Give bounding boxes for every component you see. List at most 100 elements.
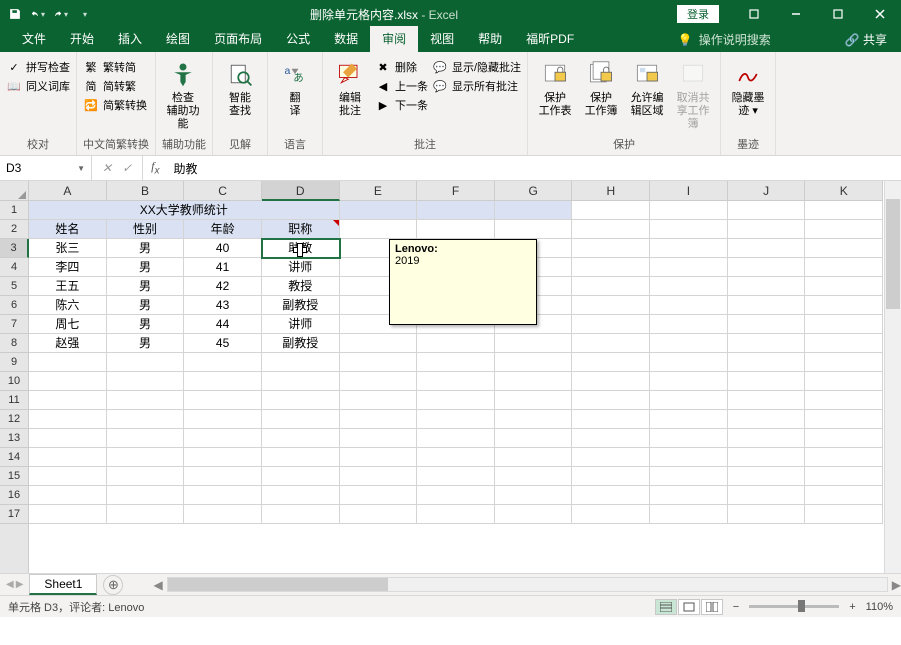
cell[interactable] (340, 486, 418, 505)
cell[interactable] (107, 391, 185, 410)
cell[interactable] (650, 410, 728, 429)
cell[interactable] (340, 220, 418, 239)
cell[interactable]: 男 (107, 239, 185, 258)
cell[interactable]: 44 (184, 315, 262, 334)
cell[interactable] (728, 296, 806, 315)
cell[interactable] (728, 505, 806, 524)
cell[interactable] (29, 505, 107, 524)
cell[interactable] (417, 429, 495, 448)
cell[interactable]: 赵强 (29, 334, 107, 353)
formula-input[interactable] (167, 161, 901, 175)
cell[interactable]: 男 (107, 277, 185, 296)
col-header-K[interactable]: K (805, 181, 883, 200)
normal-view-button[interactable] (655, 599, 677, 615)
zoom-slider[interactable] (749, 605, 839, 608)
cell[interactable] (29, 410, 107, 429)
cell[interactable] (107, 448, 185, 467)
cell[interactable]: 李四 (29, 258, 107, 277)
column-headers[interactable]: ABCDEFGHIJK (29, 181, 883, 201)
row-header-17[interactable]: 17 (0, 505, 28, 524)
col-header-I[interactable]: I (650, 181, 728, 200)
cell[interactable] (805, 220, 883, 239)
row-header-4[interactable]: 4 (0, 258, 28, 277)
row-header-13[interactable]: 13 (0, 429, 28, 448)
cell[interactable] (572, 429, 650, 448)
cell[interactable] (805, 315, 883, 334)
cell[interactable]: 42 (184, 277, 262, 296)
cell[interactable] (417, 505, 495, 524)
cell[interactable] (572, 334, 650, 353)
col-header-D[interactable]: D (262, 181, 340, 201)
cell[interactable] (805, 410, 883, 429)
cell[interactable] (29, 429, 107, 448)
page-layout-view-button[interactable] (678, 599, 700, 615)
ribbon-options-icon[interactable] (733, 0, 775, 28)
cell[interactable]: 副教授 (262, 334, 340, 353)
maximize-icon[interactable] (817, 0, 859, 28)
cell[interactable] (340, 467, 418, 486)
cell[interactable] (495, 201, 573, 220)
cell[interactable]: XX大学教师统计 (29, 201, 340, 220)
cell[interactable] (262, 372, 340, 391)
cell[interactable] (805, 467, 883, 486)
cell[interactable]: 年龄 (184, 220, 262, 239)
cell[interactable] (495, 505, 573, 524)
cell[interactable] (728, 391, 806, 410)
cell[interactable] (728, 486, 806, 505)
cell[interactable] (262, 505, 340, 524)
cell[interactable] (107, 372, 185, 391)
vscroll-thumb[interactable] (886, 199, 900, 309)
simp-to-trad-button[interactable]: 繁繁转简 (83, 59, 147, 75)
delete-comment-button[interactable]: ✖删除 (375, 59, 428, 75)
cell[interactable] (107, 467, 185, 486)
cell[interactable] (805, 239, 883, 258)
row-header-7[interactable]: 7 (0, 315, 28, 334)
cell[interactable] (262, 467, 340, 486)
cell[interactable] (29, 391, 107, 410)
cell[interactable] (29, 448, 107, 467)
cell[interactable] (572, 315, 650, 334)
tab-draw[interactable]: 绘图 (154, 26, 202, 52)
chinese-conv-button[interactable]: 🔁简繁转换 (83, 97, 147, 113)
cell[interactable]: 男 (107, 315, 185, 334)
cell[interactable] (728, 410, 806, 429)
cell[interactable] (650, 201, 728, 220)
namebox-dropdown-icon[interactable]: ▼ (77, 164, 85, 173)
cell[interactable] (184, 486, 262, 505)
cell[interactable]: 讲师 (262, 258, 340, 277)
cell[interactable] (572, 372, 650, 391)
cell[interactable] (728, 201, 806, 220)
cell[interactable] (650, 429, 728, 448)
cell[interactable] (417, 201, 495, 220)
translate-button[interactable]: aあ 翻译 (274, 55, 316, 134)
cell[interactable] (572, 277, 650, 296)
cell[interactable] (495, 467, 573, 486)
protect-workbook-button[interactable]: 保护工作簿 (580, 55, 622, 134)
cell[interactable] (572, 220, 650, 239)
cell[interactable] (340, 391, 418, 410)
prev-comment-button[interactable]: ◀上一条 (375, 78, 428, 94)
zoom-handle[interactable] (798, 600, 805, 612)
cell[interactable] (495, 334, 573, 353)
row-header-10[interactable]: 10 (0, 372, 28, 391)
cell[interactable] (495, 410, 573, 429)
cell[interactable]: 41 (184, 258, 262, 277)
cell[interactable] (495, 353, 573, 372)
cancel-icon[interactable]: ✕ (102, 161, 112, 176)
cell[interactable] (417, 467, 495, 486)
zoom-out-button[interactable]: − (733, 601, 739, 613)
cell[interactable] (805, 296, 883, 315)
sheet-tab[interactable]: Sheet1 (29, 574, 97, 595)
cell[interactable] (340, 372, 418, 391)
cell[interactable] (495, 486, 573, 505)
row-header-11[interactable]: 11 (0, 391, 28, 410)
row-headers[interactable]: 1234567891011121314151617 (0, 201, 29, 573)
cell[interactable] (805, 258, 883, 277)
cell[interactable] (572, 467, 650, 486)
cell[interactable] (728, 277, 806, 296)
cell[interactable] (650, 277, 728, 296)
cell[interactable] (805, 429, 883, 448)
cells-area[interactable]: XX大学教师统计姓名性别年龄职称张三男40助教李四男41讲师王五男42教授陈六男… (29, 201, 883, 573)
cell[interactable] (29, 486, 107, 505)
cell[interactable] (417, 220, 495, 239)
